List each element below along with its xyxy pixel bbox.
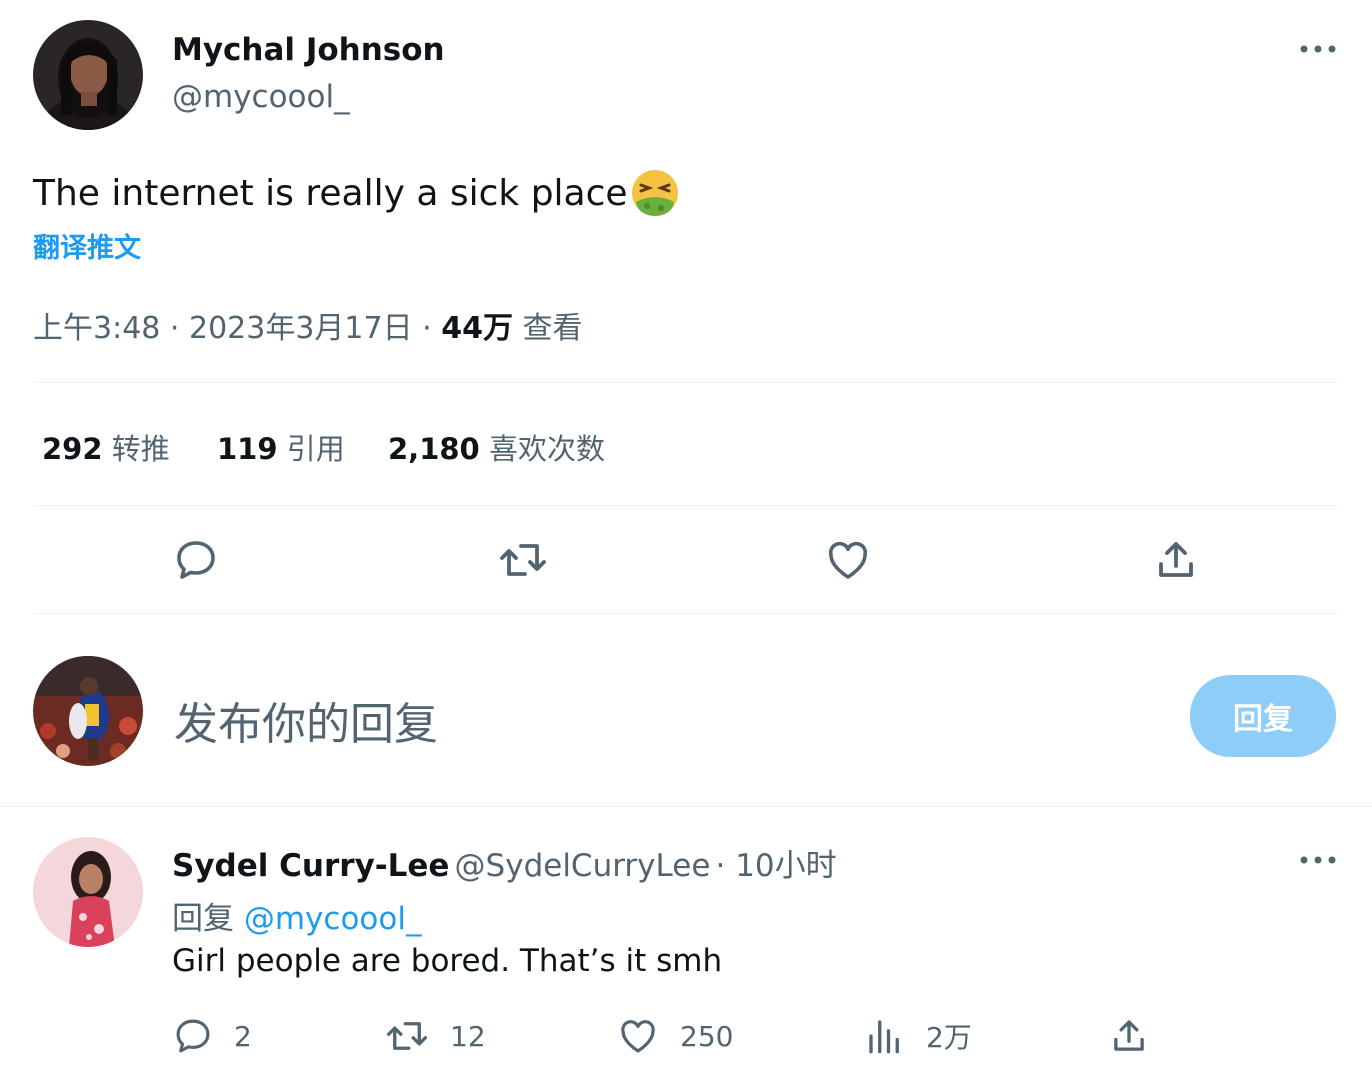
likes-stat[interactable]: 2,180 喜欢次数	[388, 426, 605, 468]
quotes-stat[interactable]: 119 引用	[217, 426, 345, 468]
share-icon	[1159, 542, 1193, 577]
reply-reply-button[interactable]: 2	[172, 1015, 252, 1057]
reply-retweets-count: 12	[450, 1019, 486, 1053]
nauseated-face-icon	[630, 168, 680, 218]
tweet-text-row: The internet is really a sick place	[33, 168, 680, 218]
reply-author-handle[interactable]: @SydelCurryLee	[455, 848, 711, 884]
author-name[interactable]: Mychal Johnson	[172, 32, 445, 68]
author-avatar[interactable]	[33, 20, 143, 130]
quotes-label: 引用	[286, 432, 345, 466]
reply-views-count: 2万	[926, 1021, 972, 1054]
views-chart-icon	[869, 1020, 899, 1054]
translate-tweet-link[interactable]: 翻译推文	[33, 226, 141, 265]
likes-label: 喜欢次数	[488, 432, 605, 466]
author-handle[interactable]: @mycoool_	[172, 79, 350, 115]
tweet-meta: 上午3:48 · 2023年3月17日 · 44万 查看	[33, 311, 583, 346]
likes-count: 2,180	[388, 432, 480, 466]
tweet-date[interactable]: 2023年3月17日	[189, 311, 413, 346]
reply-retweet-button[interactable]: 12	[384, 1015, 486, 1057]
reply-time[interactable]: 10小时	[735, 848, 836, 884]
divider	[33, 613, 1338, 614]
like-icon	[828, 541, 868, 579]
reply-likes-count: 250	[680, 1019, 734, 1053]
reply-views-button[interactable]: 2万	[864, 1015, 972, 1057]
reply-author-avatar[interactable]	[33, 837, 143, 947]
reply-replies-count: 2	[234, 1019, 252, 1053]
retweet-icon	[386, 1022, 428, 1050]
retweet-button[interactable]	[493, 530, 553, 590]
views-label: 查看	[522, 311, 583, 346]
reply-more-options-icon[interactable]	[1296, 845, 1340, 875]
quotes-count: 119	[217, 432, 278, 466]
retweet-icon	[500, 544, 546, 576]
reply-header: Sydel Curry-Lee @SydelCurryLee · 10小时	[172, 848, 837, 884]
replying-to: 回复 @mycoool_	[172, 893, 421, 938]
like-button[interactable]	[818, 530, 878, 590]
reply-button[interactable]	[166, 530, 226, 590]
more-options-icon[interactable]	[1296, 34, 1340, 64]
retweets-label: 转推	[111, 432, 170, 466]
divider	[33, 505, 1338, 506]
reply-author-name[interactable]: Sydel Curry-Lee	[172, 848, 449, 884]
reply-text: Girl people are bored. That’s it smh	[172, 943, 723, 979]
retweets-stat[interactable]: 292 转推	[42, 426, 170, 468]
retweets-count: 292	[42, 432, 103, 466]
like-icon	[621, 1020, 655, 1053]
divider	[33, 382, 1338, 383]
views-count: 44万	[441, 311, 513, 346]
divider	[0, 806, 1372, 807]
share-button[interactable]	[1146, 530, 1206, 590]
reply-icon	[176, 1019, 210, 1053]
reply-input[interactable]: 发布你的回复	[174, 688, 438, 752]
replying-to-mention[interactable]: @mycoool_	[244, 901, 422, 937]
current-user-avatar[interactable]	[33, 656, 143, 766]
tweet-text: The internet is really a sick place	[33, 172, 628, 214]
reply-icon	[177, 541, 215, 579]
share-icon	[1114, 1020, 1144, 1051]
reply-share-button[interactable]	[1108, 1015, 1150, 1057]
reply-like-button[interactable]: 250	[616, 1015, 733, 1057]
replying-to-prefix: 回复	[172, 901, 234, 937]
tweet-time[interactable]: 上午3:48	[33, 311, 160, 346]
reply-submit-button[interactable]: 回复	[1190, 675, 1336, 757]
